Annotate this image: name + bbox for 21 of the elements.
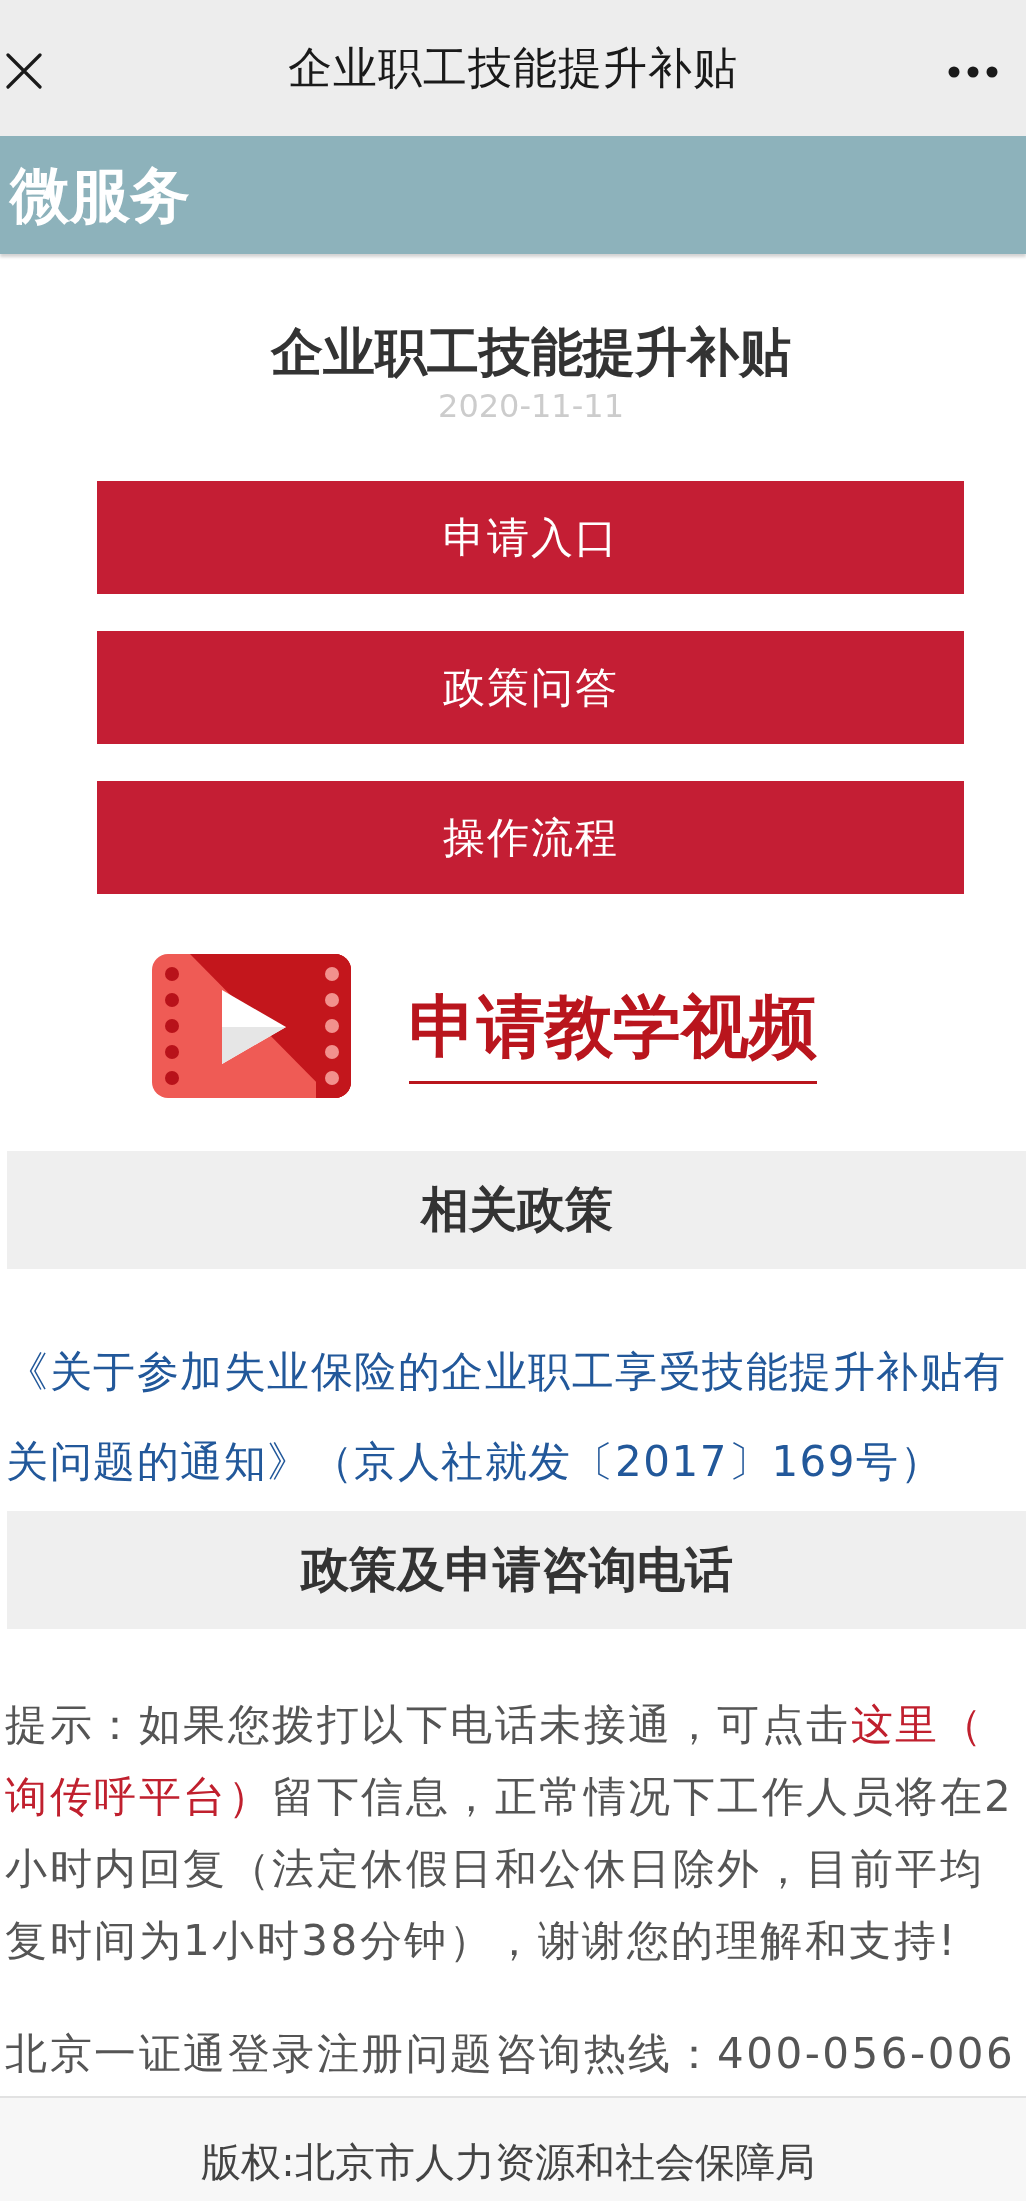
- tutorial-video-link[interactable]: 申请教学视频: [152, 954, 817, 1098]
- notice-text: 留下信息，正常情况下工作人员将在2: [272, 1772, 1014, 1821]
- banner-title: 微服务: [10, 159, 190, 231]
- close-icon[interactable]: [6, 53, 42, 89]
- nav-title: 企业职工技能提升补贴: [288, 41, 738, 95]
- notice-text: 小时内回复（法定休假日和公休日除外，目前平均: [5, 1844, 984, 1893]
- menu-button[interactable]: 申请入口: [97, 481, 964, 594]
- hotline-text: 北京一证通登录注册问题咨询热线：400-056-006: [4, 2028, 1016, 2080]
- section-heading: 政策及申请咨询电话: [7, 1511, 1026, 1629]
- film-play-icon: [152, 954, 351, 1098]
- menu-button[interactable]: 操作流程: [97, 781, 964, 894]
- contact-link[interactable]: 这里（: [850, 1700, 984, 1749]
- notice-text: 复时间为1小时38分钟），谢谢您的理解和支持!: [5, 1916, 958, 1965]
- menu-button[interactable]: 政策问答: [97, 631, 964, 744]
- contact-link[interactable]: 询传呼平台）: [5, 1772, 272, 1821]
- copyright-text: 版权:北京市人力资源和社会保障局: [201, 2138, 815, 2186]
- policy-document-link[interactable]: 《关于参加失业保险的企业职工享受技能提升补贴有 关问题的通知》（京人社就发〔2017〕169号）: [0, 1327, 1007, 1507]
- article-title: 企业职工技能提升补贴: [269, 321, 791, 383]
- more-icon[interactable]: [948, 66, 998, 78]
- section-heading: 相关政策: [7, 1151, 1026, 1269]
- notice-text: 提示：如果您拨打以下电话未接通，可点击: [5, 1700, 851, 1749]
